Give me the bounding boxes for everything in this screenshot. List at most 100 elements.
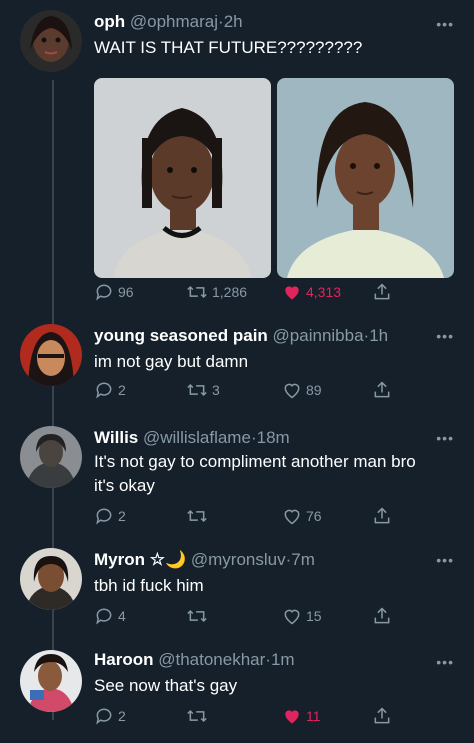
reply-icon: [96, 284, 112, 301]
like-count: 89: [306, 382, 322, 398]
more-icon[interactable]: •••: [436, 654, 454, 670]
like-button[interactable]: 76: [282, 506, 322, 526]
reply-count: 2: [118, 708, 126, 724]
reply-button[interactable]: 2: [94, 380, 126, 400]
like-count: 76: [306, 508, 322, 524]
tweet-text: WAIT IS THAT FUTURE?????????: [94, 38, 363, 57]
share-icon: [374, 607, 390, 624]
photo-mugshot[interactable]: [94, 78, 271, 278]
heart-icon: [285, 286, 299, 300]
like-count: 15: [306, 608, 322, 624]
display-name[interactable]: Willis: [94, 428, 138, 447]
reply-button[interactable]: 96: [94, 282, 134, 302]
reply-count: 2: [118, 508, 126, 524]
tweet-actions: 4 15: [94, 606, 394, 630]
user-handle[interactable]: @willislaflame: [143, 428, 251, 447]
tweet[interactable]: Myron ☆🌙 @myronsluv·7m ••• tbh id fuck h…: [0, 546, 474, 630]
more-icon[interactable]: •••: [436, 16, 454, 32]
avatar[interactable]: [20, 324, 82, 386]
tweet-header: Myron ☆🌙 @myronsluv·7m: [94, 550, 315, 570]
display-name[interactable]: young seasoned pain: [94, 326, 268, 345]
photo-portrait[interactable]: [277, 78, 454, 278]
retweet-button[interactable]: 1,286: [186, 282, 247, 302]
retweet-icon: [187, 609, 207, 623]
user-handle[interactable]: @thatonekhar: [158, 650, 265, 669]
share-icon: [374, 283, 390, 300]
tweet-actions: 2 11: [94, 706, 394, 730]
retweet-count: 3: [212, 382, 220, 398]
user-handle[interactable]: @myronsluv: [191, 550, 286, 569]
tweet-header: oph @ophmaraj·2h: [94, 12, 243, 32]
avatar[interactable]: [20, 650, 82, 712]
tweet-header: Haroon @thatonekhar·1m: [94, 650, 295, 670]
tweet-text: See now that's gay: [94, 676, 238, 695]
timestamp[interactable]: 1m: [271, 650, 295, 669]
reply-button[interactable]: 4: [94, 606, 126, 626]
tweet-text: It's not gay to compliment another man b…: [94, 452, 416, 495]
display-name[interactable]: Haroon: [94, 650, 154, 669]
like-button[interactable]: 11: [282, 706, 321, 726]
user-handle[interactable]: @painnibba: [273, 326, 364, 345]
tweet[interactable]: Willis @willislaflame·18m ••• It's not g…: [0, 424, 474, 532]
display-name[interactable]: oph: [94, 12, 125, 31]
like-button[interactable]: 4,313: [282, 282, 341, 302]
avatar[interactable]: [20, 548, 82, 610]
tweet-actions: 96 1,286 4,313: [94, 282, 394, 306]
like-button[interactable]: 89: [282, 380, 322, 400]
tweet-text: im not gay but damn: [94, 352, 249, 371]
reply-icon: [96, 382, 112, 399]
reply-count: 4: [118, 608, 126, 624]
display-name[interactable]: Myron ☆🌙: [94, 550, 186, 569]
retweet-icon: [187, 509, 207, 523]
reply-button[interactable]: 2: [94, 506, 126, 526]
retweet-button[interactable]: [186, 506, 212, 526]
more-icon[interactable]: •••: [436, 328, 454, 344]
reply-icon: [96, 508, 112, 525]
like-button[interactable]: 15: [282, 606, 322, 626]
heart-icon: [285, 710, 299, 724]
heart-icon: [284, 609, 300, 625]
share-button[interactable]: [372, 606, 392, 626]
media-gallery[interactable]: [94, 78, 454, 278]
retweet-button[interactable]: 3: [186, 380, 220, 400]
heart-icon: [284, 383, 300, 399]
share-icon: [374, 707, 390, 724]
more-icon[interactable]: •••: [436, 552, 454, 568]
retweet-button[interactable]: [186, 606, 212, 626]
share-button[interactable]: [372, 506, 392, 526]
avatar[interactable]: [20, 426, 82, 488]
reply-count: 96: [118, 284, 134, 300]
share-button[interactable]: [372, 706, 392, 726]
timestamp[interactable]: 2h: [224, 12, 243, 31]
avatar[interactable]: [20, 10, 82, 72]
timestamp[interactable]: 1h: [369, 326, 388, 345]
share-button[interactable]: [372, 282, 392, 302]
retweet-count: 1,286: [212, 284, 248, 300]
tweet[interactable]: oph @ophmaraj·2h ••• WAIT IS THAT FUTURE…: [0, 10, 474, 310]
user-handle[interactable]: @ophmaraj: [130, 12, 218, 31]
reply-icon: [96, 708, 112, 725]
like-count: 4,313: [306, 284, 342, 300]
tweet-actions: 2 76: [94, 506, 394, 530]
retweet-button[interactable]: [186, 706, 212, 726]
share-icon: [374, 381, 390, 398]
tweet-header: young seasoned pain @painnibba·1h: [94, 326, 388, 346]
tweet-actions: 2 3 89: [94, 380, 394, 404]
timestamp[interactable]: 7m: [291, 550, 315, 569]
tweet[interactable]: Haroon @thatonekhar·1m ••• See now that'…: [0, 648, 474, 738]
more-icon[interactable]: •••: [436, 430, 454, 446]
reply-icon: [96, 608, 112, 625]
timestamp[interactable]: 18m: [257, 428, 290, 447]
share-button[interactable]: [372, 380, 392, 400]
like-count: 11: [306, 708, 321, 724]
heart-icon: [284, 509, 300, 525]
reply-button[interactable]: 2: [94, 706, 126, 726]
retweet-icon: [187, 383, 207, 397]
retweet-icon: [187, 285, 207, 299]
reply-count: 2: [118, 382, 126, 398]
tweet[interactable]: young seasoned pain @painnibba·1h ••• im…: [0, 322, 474, 418]
tweet-text: tbh id fuck him: [94, 576, 204, 595]
tweet-header: Willis @willislaflame·18m: [94, 428, 290, 448]
share-icon: [374, 507, 390, 524]
retweet-icon: [187, 709, 207, 723]
